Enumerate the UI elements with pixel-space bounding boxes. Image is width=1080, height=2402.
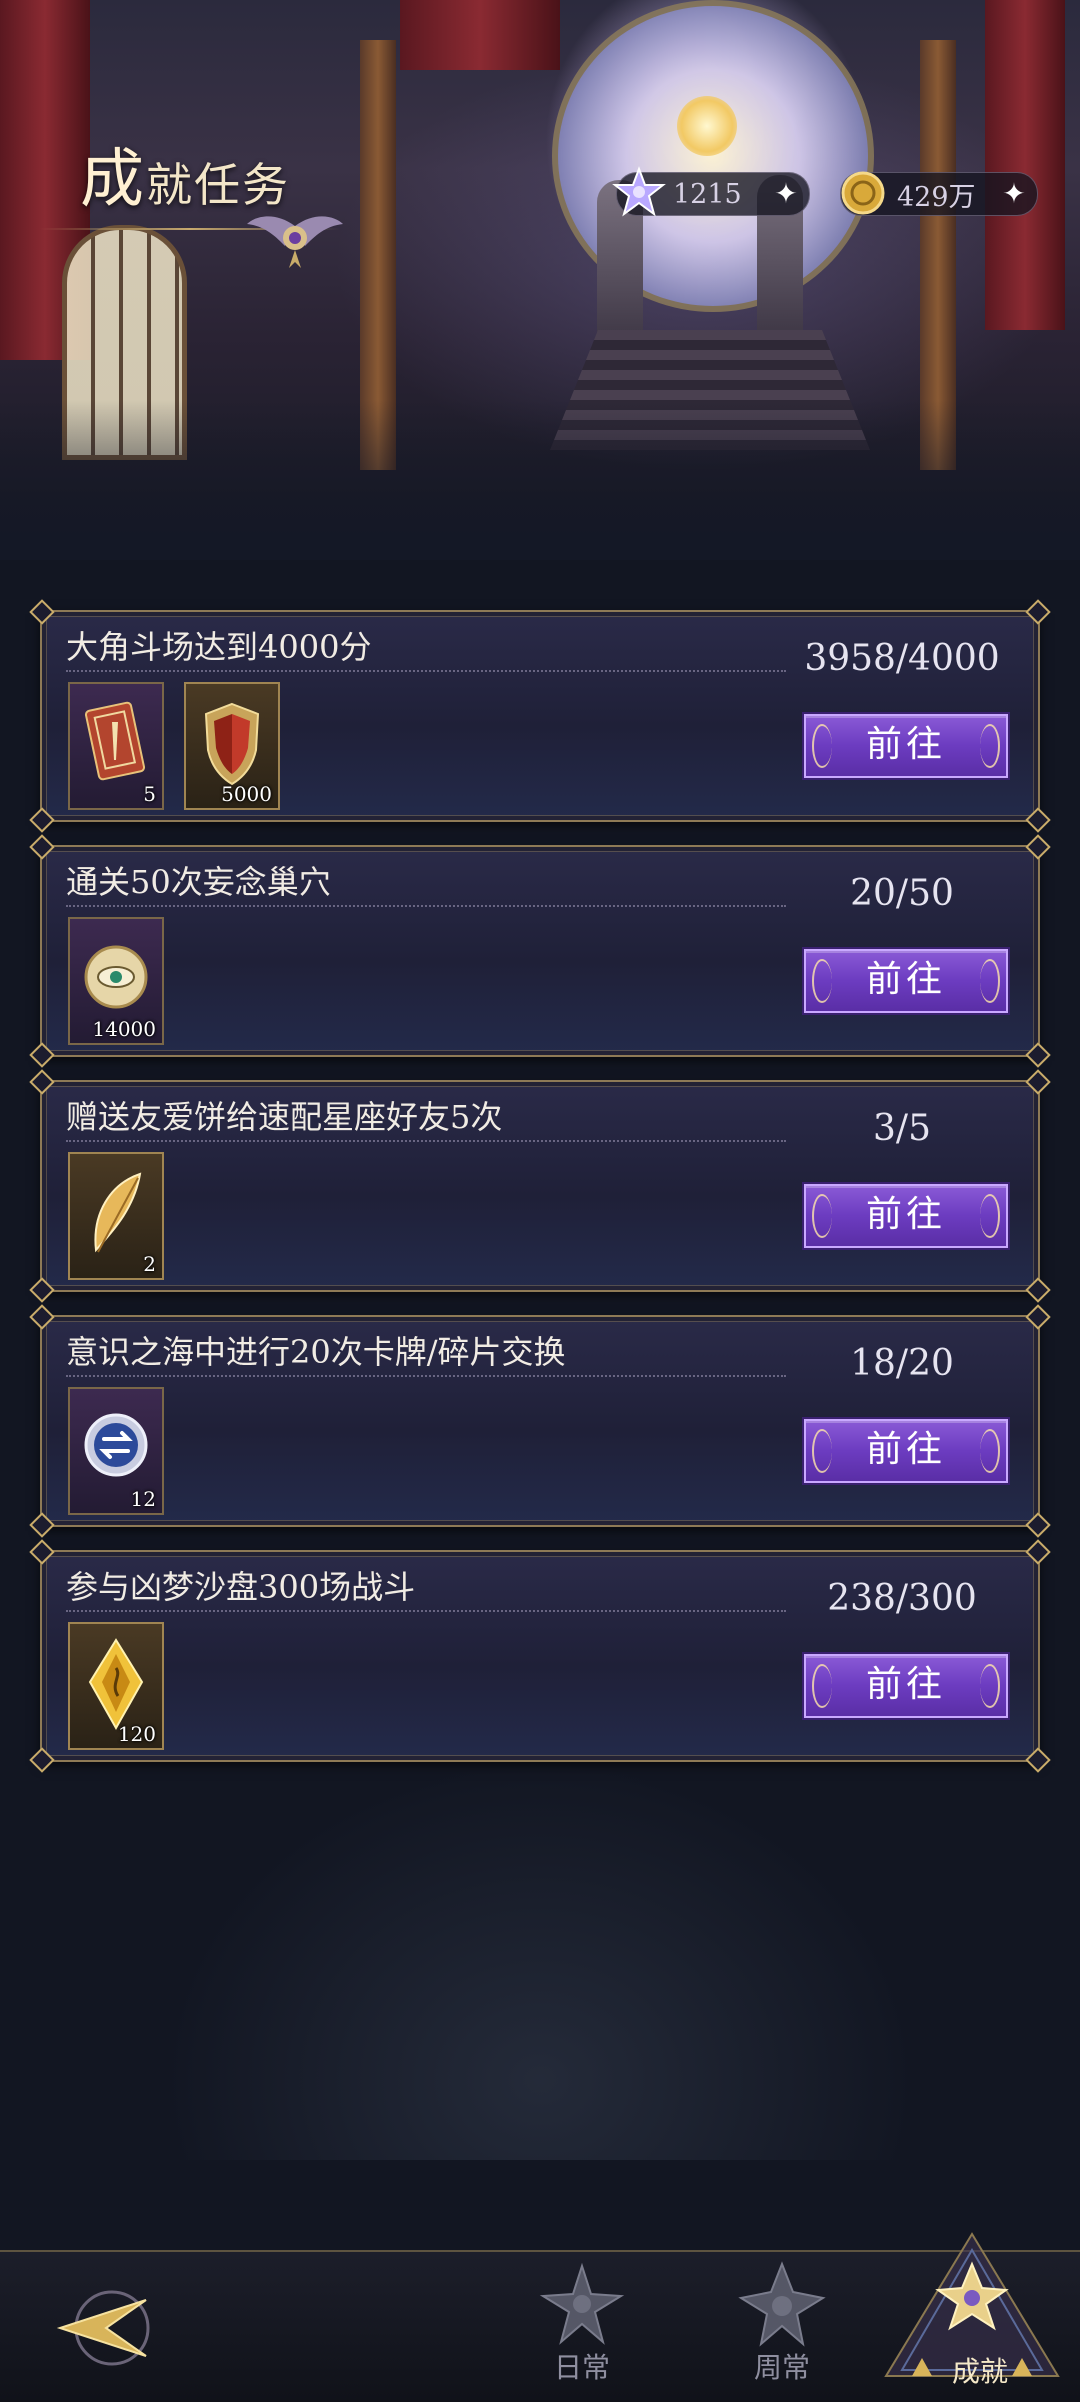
tab-weekly-label: 周常 (753, 2351, 810, 2384)
go-button[interactable]: 前往 (804, 949, 1008, 1013)
gold-coin-icon (841, 171, 885, 215)
task-title: 通关50次妄念巢穴 (66, 863, 331, 901)
tab-weekly[interactable]: 周常 (717, 2252, 847, 2402)
reward-quantity: 14000 (92, 1017, 156, 1041)
add-gold-coin-icon[interactable]: ✦ (999, 179, 1029, 209)
gold-coin-counter[interactable]: 429万 ✦ (840, 171, 1038, 216)
task-title: 赠送友爱饼给速配星座好友5次 (66, 1098, 503, 1136)
back-arrow-icon[interactable] (50, 2278, 160, 2378)
curtain-right (985, 0, 1065, 330)
card-corner-ornament (29, 1277, 55, 1303)
arched-window (62, 225, 187, 460)
task-card: 通关50次妄念巢穴 20/50 前往 14000 (29, 834, 1051, 1068)
tab-achievement[interactable]: 成就 (884, 2232, 1060, 2402)
card-corner-ornament (29, 1069, 55, 1095)
winged-emblem-icon (247, 216, 343, 268)
pillar-left (360, 40, 396, 470)
reward-item[interactable]: 12 (68, 1387, 164, 1515)
reward-quantity: 12 (130, 1487, 156, 1511)
background-scenery (160, 1760, 920, 2160)
card-corner-ornament (1025, 1539, 1051, 1565)
card-corner-ornament (1025, 834, 1051, 860)
card-corner-ornament (29, 1304, 55, 1330)
card-corner-ornament (29, 1539, 55, 1565)
card-corner-ornament (29, 1747, 55, 1773)
add-star-gem-icon[interactable]: ✦ (771, 179, 801, 209)
reward-quantity: 5000 (221, 782, 272, 806)
page-title-first-char: 成 (80, 143, 146, 217)
header-banner (0, 0, 1080, 560)
reward-item[interactable]: 5000 (184, 682, 280, 810)
task-title: 参与凶梦沙盘300场战斗 (66, 1568, 416, 1606)
card-corner-ornament (1025, 1069, 1051, 1095)
weekly-tab-icon (738, 2261, 826, 2347)
gold-coin-value: 429万 (897, 181, 976, 213)
reward-quantity: 5 (143, 782, 156, 806)
card-corner-ornament (1025, 1304, 1051, 1330)
card-corner-ornament (29, 1512, 55, 1538)
card-corner-ornament (1025, 1512, 1051, 1538)
go-button[interactable]: 前往 (804, 1184, 1008, 1248)
dotted-divider (66, 670, 786, 672)
card-corner-ornament (29, 599, 55, 625)
dotted-divider (66, 905, 786, 907)
reward-quantity: 2 (143, 1252, 156, 1276)
task-card: 赠送友爱饼给速配星座好友5次 3/5 前往 2 (29, 1069, 1051, 1303)
task-card: 意识之海中进行20次卡牌/碎片交换 18/20 前往 12 (29, 1304, 1051, 1538)
task-progress: 238/300 (827, 1578, 977, 1619)
go-button[interactable]: 前往 (804, 1419, 1008, 1483)
dotted-divider (66, 1610, 786, 1612)
task-progress: 3958/4000 (804, 638, 1000, 679)
dotted-divider (66, 1375, 786, 1377)
task-card: 大角斗场达到4000分 3958/4000 前往 5 5000 (29, 599, 1051, 833)
star-gem-icon (612, 166, 666, 217)
go-button[interactable]: 前往 (804, 1654, 1008, 1718)
dotted-divider (66, 1140, 786, 1142)
page-title-rest: 就任务 (146, 158, 290, 212)
reward-item[interactable]: 14000 (68, 917, 164, 1045)
card-corner-ornament (1025, 1277, 1051, 1303)
daily-tab-icon (539, 2262, 625, 2345)
reward-item[interactable]: 120 (68, 1622, 164, 1750)
star-gem-value: 1215 (673, 178, 742, 210)
card-corner-ornament (1025, 1747, 1051, 1773)
reward-quantity: 120 (117, 1722, 156, 1746)
pillar-right (920, 40, 956, 470)
task-progress: 3/5 (873, 1108, 931, 1149)
task-progress: 20/50 (850, 873, 954, 914)
go-button[interactable]: 前往 (804, 714, 1008, 778)
curtain-top (400, 0, 560, 70)
task-title: 大角斗场达到4000分 (66, 628, 372, 666)
card-corner-ornament (1025, 807, 1051, 833)
task-progress: 18/20 (850, 1343, 954, 1384)
stairs (550, 330, 870, 450)
card-corner-ornament (29, 807, 55, 833)
task-title: 意识之海中进行20次卡牌/碎片交换 (66, 1333, 566, 1371)
card-corner-ornament (29, 1042, 55, 1068)
reward-item[interactable]: 2 (68, 1152, 164, 1280)
card-corner-ornament (29, 834, 55, 860)
card-corner-ornament (1025, 1042, 1051, 1068)
star-gem-counter[interactable]: 1215 ✦ (612, 166, 810, 217)
tab-daily-label: 日常 (553, 2351, 610, 2384)
task-card: 参与凶梦沙盘300场战斗 238/300 前往 120 (29, 1539, 1051, 1773)
sun-ornament (677, 96, 737, 156)
card-corner-ornament (1025, 599, 1051, 625)
bottom-nav: 日常 周常 成就 (0, 2232, 1080, 2402)
tab-daily[interactable]: 日常 (517, 2252, 647, 2402)
reward-item[interactable]: 5 (68, 682, 164, 810)
tab-achievement-label: 成就 (951, 2355, 1008, 2388)
